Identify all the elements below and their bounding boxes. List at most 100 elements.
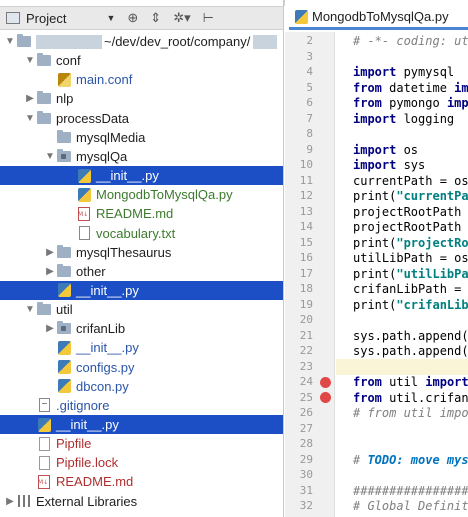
code-line[interactable] — [353, 126, 468, 142]
code-token: import — [353, 142, 397, 157]
code-line[interactable]: # -*- coding: utf — [353, 33, 468, 49]
tree-row[interactable]: ▼ util — [0, 300, 283, 319]
code-line[interactable]: utilLibPath = os. — [353, 250, 468, 266]
pipfile-icon — [36, 436, 52, 451]
editor-tab[interactable]: MongodbToMysqlQa.py — [289, 6, 468, 30]
code-line[interactable]: projectRootPath = — [353, 219, 468, 235]
code-token: sys.path.append(c — [353, 344, 468, 358]
tree-row[interactable]: ▼ processData — [0, 109, 283, 128]
code-line[interactable]: from util.crifanL — [353, 390, 468, 406]
code-line[interactable]: projectRootPath = — [353, 204, 468, 220]
tree-row[interactable]: .gitignore — [0, 396, 283, 415]
expand-arrow-icon[interactable]: ▼ — [24, 113, 36, 124]
code-line[interactable]: print("projectRoo — [353, 235, 468, 251]
python-file-icon-shape — [77, 168, 91, 183]
code-line[interactable]: import sys — [353, 157, 468, 173]
collapse-arrow-icon[interactable]: ▶ — [44, 247, 56, 258]
collapse-arrow-icon[interactable]: ▶ — [44, 266, 56, 277]
code-line[interactable]: import os — [353, 142, 468, 158]
code-line[interactable]: crifanLibPath = c — [353, 281, 468, 297]
code-token: "projectRoo — [396, 235, 468, 250]
tree-item-label: Pipfile — [56, 436, 92, 452]
code-line[interactable] — [353, 436, 468, 452]
code-line[interactable] — [353, 421, 468, 437]
tree-row[interactable]: Pipfile.lock — [0, 453, 283, 472]
tree-row[interactable]: __init__.py — [0, 166, 283, 186]
tree-row[interactable]: ▶ mysqlThesaurus — [0, 243, 283, 262]
tree-item-label: dbcon.py — [76, 378, 129, 394]
tree-row[interactable]: mysqlMedia — [0, 128, 283, 147]
expand-arrow-icon[interactable]: ▼ — [24, 304, 36, 315]
tree-row[interactable]: ▼ mysqlQa — [0, 147, 283, 166]
tree-row[interactable]: dbcon.py — [0, 377, 283, 396]
python-file-icon — [56, 379, 72, 394]
expand-arrow-icon[interactable]: ▼ — [4, 36, 16, 47]
tree-row[interactable]: ▶ crifanLib — [0, 319, 283, 338]
code-line[interactable]: import logging — [353, 111, 468, 127]
tree-item-label: conf — [56, 53, 81, 69]
collapse-arrow-icon[interactable]: ▶ — [44, 323, 56, 334]
tree-row[interactable]: MongodbToMysqlQa.py — [0, 185, 283, 204]
python-file-icon-shape — [37, 417, 51, 432]
expand-arrow-icon[interactable]: ▼ — [44, 151, 56, 162]
collapse-arrow-icon[interactable]: ▶ — [4, 496, 16, 507]
folder-icon — [36, 91, 52, 106]
gear-icon[interactable]: ✲▾ — [173, 10, 190, 26]
python-file-icon-shape — [57, 283, 71, 298]
code-line[interactable]: print("currentPat — [353, 188, 468, 204]
code-token: "utilLibPat — [396, 266, 468, 281]
code-line[interactable]: # TODO: move mysq — [353, 452, 468, 468]
tree-row[interactable]: vocabulary.txt — [0, 224, 283, 243]
code-line[interactable] — [353, 467, 468, 483]
line-number: 23 — [299, 359, 313, 373]
code-line[interactable] — [353, 312, 468, 328]
tree-row[interactable]: ▶ other — [0, 262, 283, 281]
code-line[interactable] — [353, 359, 468, 375]
tree-row[interactable]: __init__.py — [0, 415, 283, 434]
tree-row[interactable]: configs.py — [0, 358, 283, 377]
tree-row[interactable]: README.md — [0, 472, 283, 491]
code-line[interactable]: print("utilLibPat — [353, 266, 468, 282]
collapse-arrow-icon[interactable]: ▶ — [24, 93, 36, 104]
code-line[interactable]: # Global Definiti — [353, 498, 468, 514]
line-number: 5 — [306, 80, 313, 94]
code-line[interactable]: currentPath = os. — [353, 173, 468, 189]
code-line[interactable]: print("crifanLibP — [353, 297, 468, 313]
code-token: os — [396, 142, 419, 157]
code-line[interactable]: sys.path.append(c — [353, 343, 468, 359]
line-number: 21 — [299, 328, 313, 342]
folder-icon — [56, 263, 72, 278]
tree-row[interactable]: README.md — [0, 204, 283, 223]
tree-row[interactable]: Pipfile — [0, 434, 283, 453]
code-line[interactable]: ################# — [353, 483, 468, 499]
code-line[interactable]: from datetime imp — [353, 80, 468, 96]
tree-row[interactable]: __init__.py — [0, 280, 283, 300]
code-line[interactable]: sys.path.append(p — [353, 328, 468, 344]
expand-arrow-icon[interactable]: ▼ — [24, 55, 36, 66]
tree-row[interactable]: ▼ conf — [0, 51, 283, 70]
code-token: # — [353, 452, 368, 467]
folder-icon-shape — [37, 302, 51, 316]
target-icon[interactable]: ⊕ — [127, 10, 138, 26]
line-number: 13 — [299, 204, 313, 218]
tree-row[interactable]: __init__.py — [0, 338, 283, 357]
collapse-icon[interactable]: ⇕ — [150, 10, 161, 26]
code-line[interactable] — [353, 49, 468, 65]
code-line[interactable]: from util import — [353, 374, 468, 390]
breakpoint-icon[interactable] — [320, 376, 331, 388]
breakpoint-icon[interactable] — [320, 392, 331, 403]
tree-row[interactable]: ▶ nlp — [0, 89, 283, 108]
code-line[interactable]: # from util impor — [353, 405, 468, 421]
project-view-label[interactable]: Project — [26, 11, 66, 26]
line-number: 20 — [299, 313, 313, 326]
code-line[interactable]: from pymongo impo — [353, 95, 468, 111]
tree-row[interactable]: ▶ External Libraries — [0, 492, 283, 511]
chevron-down-icon[interactable]: ▼ — [106, 13, 115, 23]
tree-row[interactable]: ▼ ~/dev/dev_root/company/ — [0, 32, 283, 51]
hide-icon[interactable]: ⊢ — [203, 10, 214, 26]
line-number: 19 — [299, 297, 313, 311]
line-gutter[interactable]: 2 3 4 5 6 7 8 9 10 11 12 13 14 15 16 17 18 19 20 21 22 23 24 25… — [285, 32, 335, 517]
folder-icon — [56, 244, 72, 259]
tree-row[interactable]: main.conf — [0, 70, 283, 89]
code-line[interactable]: import pymysql — [353, 64, 468, 80]
